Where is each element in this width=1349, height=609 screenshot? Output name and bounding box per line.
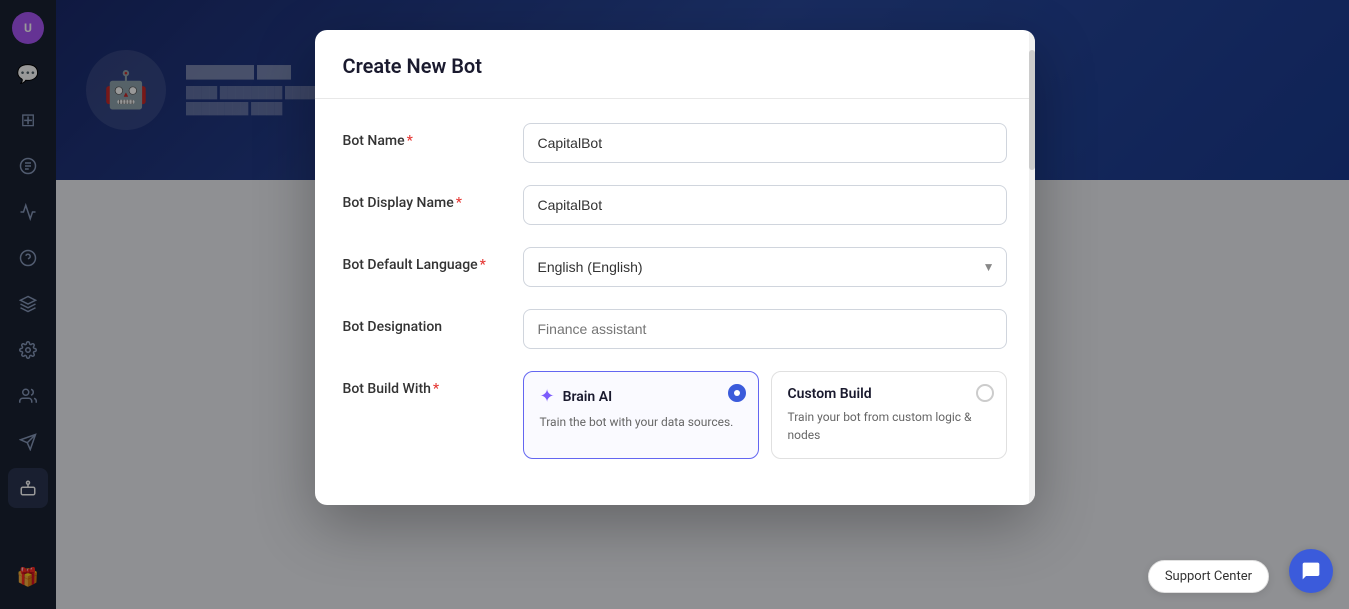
- brain-ai-radio[interactable]: [728, 384, 746, 402]
- modal: Create New Bot Bot Name* Bot Display Nam…: [315, 30, 1035, 505]
- bot-name-label: Bot Name*: [343, 123, 503, 149]
- form-group-bot-display-name: Bot Display Name*: [343, 185, 1007, 225]
- modal-scrollbar-thumb: [1029, 50, 1035, 170]
- support-center-button[interactable]: Support Center: [1148, 560, 1269, 593]
- bot-build-card-custom[interactable]: Custom Build Train your bot from custom …: [771, 371, 1007, 459]
- custom-build-title: Custom Build: [788, 386, 872, 402]
- custom-build-radio[interactable]: [976, 384, 994, 402]
- bot-designation-input[interactable]: [523, 309, 1007, 349]
- form-group-bot-language: Bot Default Language* English (English) …: [343, 247, 1007, 287]
- modal-header: Create New Bot: [315, 30, 1035, 99]
- custom-build-card-header: Custom Build: [788, 386, 990, 402]
- chat-bubble-button[interactable]: [1289, 549, 1333, 593]
- form-group-bot-name: Bot Name*: [343, 123, 1007, 163]
- modal-scrollbar[interactable]: [1029, 30, 1035, 505]
- bot-display-name-label: Bot Display Name*: [343, 185, 503, 211]
- bot-designation-label: Bot Designation: [343, 309, 503, 335]
- bot-language-select[interactable]: English (English) Spanish (Español) Fren…: [523, 247, 1007, 287]
- brain-ai-card-header: ✦ Brain AI: [540, 386, 742, 407]
- bot-build-card-brain-ai[interactable]: ✦ Brain AI Train the bot with your data …: [523, 371, 759, 459]
- brain-ai-sparkle-icon: ✦: [540, 386, 555, 407]
- bot-name-input[interactable]: [523, 123, 1007, 163]
- form-group-bot-designation: Bot Designation: [343, 309, 1007, 349]
- bot-language-select-wrapper: English (English) Spanish (Español) Fren…: [523, 247, 1007, 287]
- form-group-bot-build-with: Bot Build With* ✦ Brain AI Train the bot…: [343, 371, 1007, 459]
- bot-language-label: Bot Default Language*: [343, 247, 503, 273]
- modal-overlay[interactable]: Create New Bot Bot Name* Bot Display Nam…: [0, 0, 1349, 609]
- bot-display-name-input[interactable]: [523, 185, 1007, 225]
- modal-body: Bot Name* Bot Display Name* Bot Default …: [315, 99, 1035, 505]
- modal-title: Create New Bot: [343, 54, 1007, 78]
- brain-ai-title: Brain AI: [563, 389, 613, 405]
- bot-build-options: ✦ Brain AI Train the bot with your data …: [523, 371, 1007, 459]
- bot-build-with-label: Bot Build With*: [343, 371, 503, 397]
- custom-build-description: Train your bot from custom logic & nodes: [788, 408, 990, 444]
- brain-ai-description: Train the bot with your data sources.: [540, 413, 742, 431]
